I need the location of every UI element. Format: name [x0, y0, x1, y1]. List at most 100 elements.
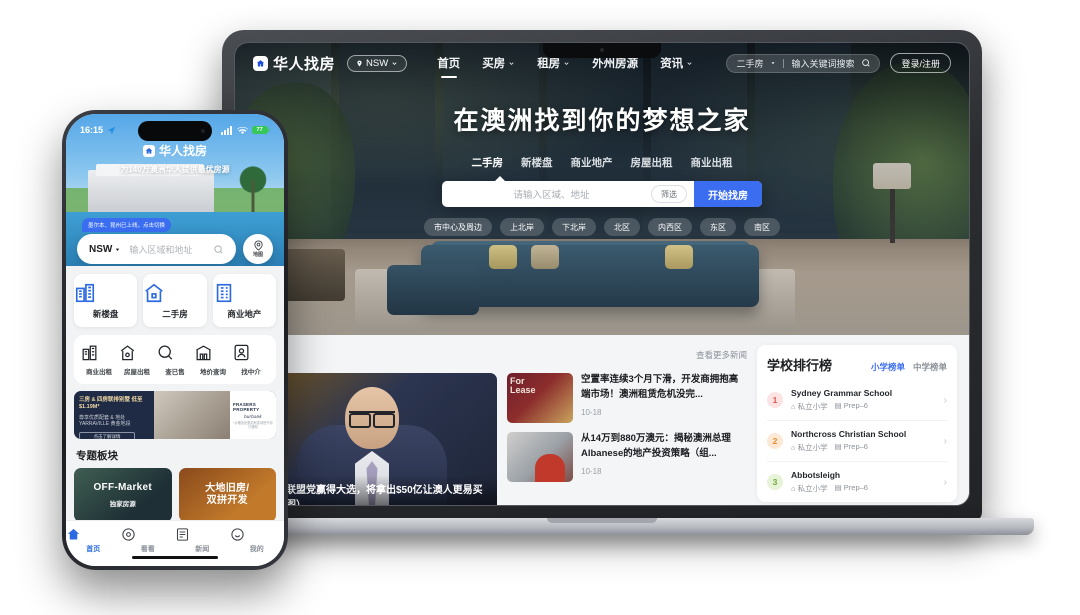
ad-fine-print: *价格及优惠如有变动恕不另行通知	[233, 420, 273, 429]
site-logo-text: 华人找房	[273, 55, 336, 73]
region-chip[interactable]: 东区	[700, 218, 736, 236]
tabbar-explore[interactable]: 看看	[121, 527, 176, 554]
nav-link-buy[interactable]: 买房	[482, 55, 515, 71]
school-panel-header: 学校排行榜 小学榜单 中学榜单	[767, 355, 947, 374]
phone-search-input[interactable]: 输入区域和地址	[129, 243, 205, 256]
tab-primary-ranking[interactable]: 小学榜单	[871, 361, 905, 373]
agent-icon	[232, 343, 270, 362]
ad-cta-button[interactable]: 点击了解详情	[79, 431, 135, 439]
login-button[interactable]: 登录/注册	[890, 53, 951, 73]
content-area: 资讯 查看更多新闻 ：如果联盟党赢得大选，将拿	[235, 335, 969, 505]
start-search-button[interactable]: 开始找房	[694, 181, 762, 207]
nav-link-news[interactable]: 资讯	[660, 55, 693, 71]
tile-label: 商业地产	[227, 309, 262, 319]
topic-card-offmarket[interactable]: OFF-Market 独家房源	[74, 468, 172, 522]
news-icon	[175, 527, 230, 542]
school-grades: ▤ Prep–6	[834, 442, 868, 451]
hero-tab-newdev[interactable]: 新楼盘	[520, 153, 554, 172]
quick-label: 地价查询	[200, 369, 226, 376]
search-icon[interactable]	[213, 244, 224, 255]
nav-search[interactable]: 二手房 输入关键词搜索	[726, 53, 881, 73]
phone-screen: 16:15 77 华人找房 为140万澳洲华人提供最优房源 墨尔本、昆州已上线，…	[66, 114, 284, 566]
hero-tab-secondhand[interactable]: 二手房	[471, 153, 505, 172]
chevron-down-icon	[686, 60, 693, 67]
laptop-display: 华人找房 NSW 首页 买房 租房 外州房源 资讯 二手房 输入关键词搜索 登录…	[234, 42, 970, 506]
school-type: ⌂ 私立小学	[791, 402, 828, 411]
cellular-icon	[220, 125, 233, 135]
topics-section-title: 专题板块	[76, 450, 118, 462]
topic-title: 大地旧房/ 双拼开发	[205, 482, 250, 507]
chevron-down-icon	[770, 60, 776, 66]
phone-search-bar[interactable]: NSW 输入区域和地址	[77, 234, 236, 264]
school-ranking-panel: 学校排行榜 小学榜单 中学榜单 1 Sydney Grammar School	[757, 345, 957, 502]
topic-card-landdev[interactable]: 大地旧房/ 双拼开发	[178, 468, 276, 522]
map-pin-icon	[253, 240, 264, 251]
nav-link-home[interactable]: 首页	[437, 55, 460, 71]
phone-brand-text: 华人找房	[158, 144, 207, 158]
region-chip[interactable]: 南区	[744, 218, 780, 236]
quick-actions-card: 商业出租 房屋出租 查已售 地价查询 找中介	[74, 335, 276, 384]
hero-search-input[interactable]: 请输入区域、地址	[442, 187, 651, 201]
quick-house-rent[interactable]: 房屋出租	[118, 343, 156, 376]
laptop-base	[170, 518, 1034, 535]
hero-tab-houserent[interactable]: 房屋出租	[630, 153, 674, 172]
hero-tab-commercialrent[interactable]: 商业出租	[690, 153, 734, 172]
tabbar-home[interactable]: 首页	[66, 527, 121, 554]
nav-search-category[interactable]: 二手房	[736, 57, 763, 70]
advertisement-banner[interactable]: 三房 & 四房联排别墅 低至 $1.19M* 尊享优质配套 & 地处 YARRA…	[74, 391, 276, 439]
city-switch-badge[interactable]: 墨尔本、昆州已上线，点击切换	[82, 218, 172, 232]
region-chip[interactable]: 内西区	[648, 218, 692, 236]
school-row[interactable]: 3 Abbotsleigh ⌂ 私立小学 ▤ Prep–6 ›	[767, 462, 947, 502]
office-icon	[213, 282, 276, 304]
school-type: ⌂ 私立小学	[791, 484, 828, 493]
news-more-link[interactable]: 查看更多新闻	[696, 349, 747, 361]
school-row[interactable]: 1 Sydney Grammar School ⌂ 私立小学 ▤ Prep–6 …	[767, 380, 947, 421]
phone-content: 新楼盘 二手房 商业地产 商业出租 房屋出租 查已售 地价查询 找中介 三房 &…	[66, 266, 284, 566]
filter-button[interactable]: 筛选	[651, 185, 687, 203]
chevron-down-icon	[391, 60, 398, 67]
region-chips: 市中心及周边 上北岸 下北岸 北区 内西区 东区 南区	[235, 218, 969, 236]
state-selector[interactable]: NSW	[347, 54, 408, 72]
tile-commercial-property[interactable]: 商业地产	[212, 274, 276, 327]
news-thumbnail	[507, 432, 573, 482]
phone-body: 16:15 77 华人找房 为140万澳洲华人提供最优房源 墨尔本、昆州已上线，…	[62, 110, 288, 570]
chevron-down-icon	[508, 60, 515, 67]
news-list-item[interactable]: 从14万到880万澳元：揭秘澳洲总理Albanese的地产投资策略（组... 1…	[507, 432, 747, 482]
tile-new-development[interactable]: 新楼盘	[74, 274, 138, 327]
tile-secondhand-house[interactable]: 二手房	[143, 274, 207, 327]
land-value-icon	[194, 343, 232, 362]
quick-find-agent[interactable]: 找中介	[232, 343, 270, 376]
location-pin-icon	[356, 60, 363, 67]
quick-search-sold[interactable]: 查已售	[156, 343, 194, 376]
region-chip[interactable]: 上北岸	[500, 218, 544, 236]
topic-cards: OFF-Market 独家房源 大地旧房/ 双拼开发	[66, 468, 284, 522]
ad-subline: 尊享优质配套 & 地处 YARRAVILLE 黄金地段	[79, 414, 131, 428]
ad-image	[154, 391, 230, 439]
tabbar-news[interactable]: 新闻	[175, 527, 230, 554]
battery-level: 77	[251, 125, 268, 135]
navbar-right: 二手房 输入关键词搜索 登录/注册	[726, 53, 951, 73]
map-button[interactable]: 地图	[243, 234, 273, 264]
search-icon[interactable]	[861, 58, 871, 68]
hero-tab-commercial[interactable]: 商业地产	[570, 153, 614, 172]
wifi-icon	[236, 126, 248, 135]
ad-logo: FRASERS PROPERTY	[233, 401, 260, 412]
ad-logo-sub: burbank	[244, 413, 262, 419]
news-list-item[interactable]: 空置率连续3个月下滑，开发商拥抱高端市场！澳洲租赁危机没完... 10-18	[507, 373, 747, 423]
site-logo[interactable]: 华人找房	[253, 53, 335, 74]
phone-state-selector[interactable]: NSW	[89, 244, 121, 255]
news-item-title: 空置率连续3个月下滑，开发商拥抱高端市场！澳洲租赁危机没完...	[581, 374, 739, 400]
topic-title: OFF-Market	[93, 482, 153, 494]
quick-commercial-rent[interactable]: 商业出租	[80, 343, 118, 376]
region-chip[interactable]: 北区	[604, 218, 640, 236]
nav-search-input[interactable]: 输入关键词搜索	[791, 57, 854, 70]
school-row[interactable]: 2 Northcross Christian School ⌂ 私立小学 ▤ P…	[767, 421, 947, 462]
tabbar-profile[interactable]: 我的	[230, 527, 285, 554]
ad-copy: 三房 & 四房联排别墅 低至 $1.19M* 尊享优质配套 & 地处 YARRA…	[74, 391, 154, 439]
compass-icon	[121, 527, 176, 542]
quick-land-value[interactable]: 地价查询	[194, 343, 232, 376]
region-chip[interactable]: 下北岸	[552, 218, 596, 236]
region-chip[interactable]: 市中心及周边	[424, 218, 492, 236]
home-icon	[253, 55, 268, 71]
tab-secondary-ranking[interactable]: 中学榜单	[913, 361, 947, 373]
